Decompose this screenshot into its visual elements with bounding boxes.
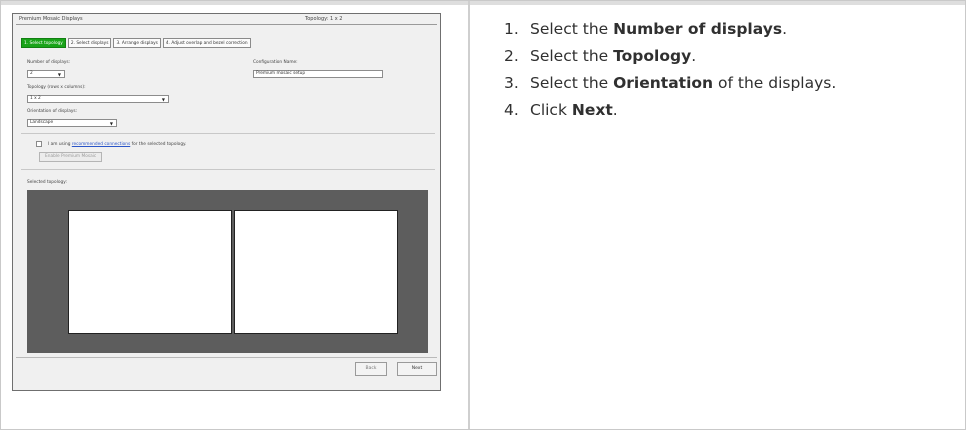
instruction-step: 3. Select the Orientation of the displays… <box>504 69 837 96</box>
document-table: Premium Mosaic Displays Topology: 1 x 2 … <box>0 0 966 430</box>
instruction-step: 1. Select the Number of displays. <box>504 15 836 42</box>
topology-select[interactable]: 1 x 2 ▼ <box>27 95 169 103</box>
step-text-end: . <box>782 20 787 38</box>
next-button[interactable]: Next <box>397 362 437 376</box>
tab-arrange-displays[interactable]: 3. Arrange displays <box>113 38 161 48</box>
checkbox-text: I am using recommended connections for t… <box>48 142 186 147</box>
step-text: Select the <box>530 20 614 38</box>
chevron-down-icon: ▼ <box>161 97 165 102</box>
chevron-down-icon: ▼ <box>109 121 113 126</box>
number-of-displays-select[interactable]: 2 ▼ <box>27 70 65 78</box>
table-top-rule <box>1 1 965 5</box>
instruction-list: 1. Select the Number of displays. 2. Selec… <box>504 15 837 123</box>
tab-select-topology[interactable]: 1. Select topology <box>21 38 66 48</box>
configuration-name-value: Premium mosaic setup <box>256 71 306 76</box>
step-text-end: . <box>691 47 697 65</box>
configuration-name-input[interactable]: Premium mosaic setup <box>253 70 383 78</box>
enable-premium-mosaic-button[interactable]: Enable Premium Mosaic <box>39 152 103 162</box>
section-separator <box>21 169 435 170</box>
step-emphasis: Number of displays <box>613 20 783 38</box>
orientation-label: Orientation of displays: <box>27 109 78 114</box>
recommended-connections-link[interactable]: recommended connections <box>72 142 130 147</box>
topology-label: Topology (rows x columns): <box>27 85 86 90</box>
tab-adjust-overlap[interactable]: 4. Adjust overlap and bezel correction <box>162 38 251 48</box>
tab-select-displays[interactable]: 2. Select displays <box>67 38 112 48</box>
step-text-end: of the displays. <box>713 74 837 92</box>
number-of-displays-label: Number of displays: <box>27 60 71 65</box>
instruction-step: 4. Click Next. <box>504 96 836 123</box>
step-text: Select the <box>530 47 614 65</box>
topology-value: 1 x 2 <box>30 96 41 101</box>
section-separator <box>21 133 435 134</box>
instruction-step: 2. Select the Topology. <box>504 42 836 69</box>
step-emphasis: Orientation <box>613 74 714 92</box>
step-emphasis: Topology <box>613 47 692 65</box>
step-text: Click <box>530 101 572 119</box>
title-rule <box>16 24 437 25</box>
step-number: 1. <box>504 20 519 38</box>
selected-topology-label: Selected topology: <box>27 180 67 185</box>
number-of-displays-value: 2 <box>30 71 33 76</box>
checkbox-text-before: I am using <box>48 142 71 147</box>
display-1[interactable] <box>68 210 232 334</box>
display-2[interactable] <box>234 210 398 334</box>
topology-preview <box>27 190 428 353</box>
footer-rule <box>16 357 437 358</box>
window-title: Premium Mosaic Displays <box>19 16 83 22</box>
mosaic-screenshot: Premium Mosaic Displays Topology: 1 x 2 … <box>12 13 441 391</box>
checkbox-text-after: for the selected topology. <box>131 142 187 147</box>
column-divider <box>468 1 470 429</box>
step-text-end: . <box>612 101 618 119</box>
step-number: 2. <box>504 47 519 65</box>
chevron-down-icon: ▼ <box>57 72 61 77</box>
wizard-tabs: 1. Select topology 2. Select displays 3.… <box>21 38 251 48</box>
orientation-value: Landscape <box>30 120 54 125</box>
orientation-select[interactable]: Landscape ▼ <box>27 119 117 127</box>
back-button[interactable]: Back <box>355 362 387 376</box>
step-emphasis: Next <box>571 101 613 119</box>
recommended-connections-checkbox[interactable] <box>36 141 42 147</box>
configuration-name-label: Configuration Name: <box>253 60 298 65</box>
step-number: 4. <box>504 101 519 119</box>
topology-readout: Topology: 1 x 2 <box>305 16 343 22</box>
step-number: 3. <box>504 74 519 92</box>
step-text: Select the <box>530 74 614 92</box>
